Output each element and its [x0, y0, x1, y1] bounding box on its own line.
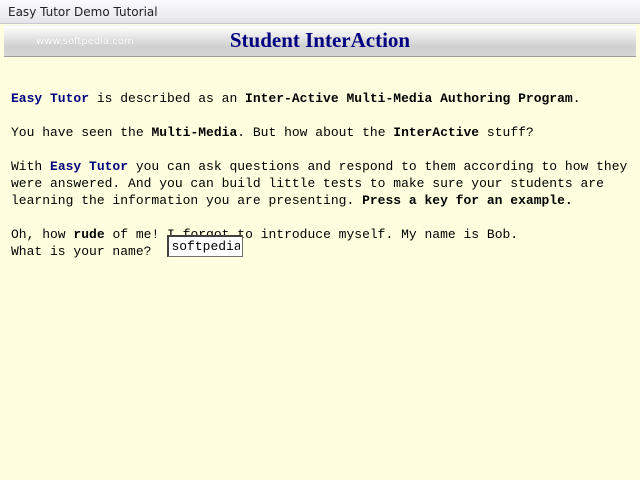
window-titlebar[interactable]: Easy Tutor Demo Tutorial: [0, 0, 640, 24]
brand-name: Easy Tutor: [50, 159, 129, 174]
bold-text: Inter-Active Multi-Media Authoring Progr…: [245, 91, 573, 106]
text: .: [572, 91, 581, 106]
window-title: Easy Tutor Demo Tutorial: [8, 5, 158, 19]
name-prompt-line: What is your name?: [11, 235, 631, 260]
text: is described as an: [89, 91, 246, 106]
paragraph-questions: With Easy Tutor you can ask questions an…: [11, 158, 631, 209]
bold-text: Multi-Media: [151, 125, 238, 140]
bold-text: InterActive: [393, 125, 480, 140]
bold-text: rude: [73, 227, 105, 242]
header-banner: www.softpedia.com Student InterAction: [4, 25, 636, 57]
text: stuff?: [479, 125, 534, 140]
paragraph-introduction: Oh, how rude of me! I forgot to introduc…: [11, 226, 631, 260]
intro-line: Oh, how rude of me! I forgot to introduc…: [11, 226, 631, 243]
text: With: [11, 159, 51, 174]
text: Oh, how: [11, 227, 74, 242]
text: You have seen the: [11, 125, 152, 140]
paragraph-intro: Easy Tutor is described as an Inter-Acti…: [11, 90, 631, 107]
tutorial-content: Easy Tutor is described as an Inter-Acti…: [11, 90, 631, 260]
name-prompt-label: What is your name?: [11, 244, 152, 259]
paragraph-multimedia: You have seen the Multi-Media. But how a…: [11, 124, 631, 141]
page-title: Student InterAction: [229, 28, 411, 52]
text: . But how about the: [237, 125, 394, 140]
bold-text: Press a key for an example.: [362, 193, 573, 208]
brand-name: Easy Tutor: [11, 91, 90, 106]
name-input[interactable]: [167, 235, 244, 257]
